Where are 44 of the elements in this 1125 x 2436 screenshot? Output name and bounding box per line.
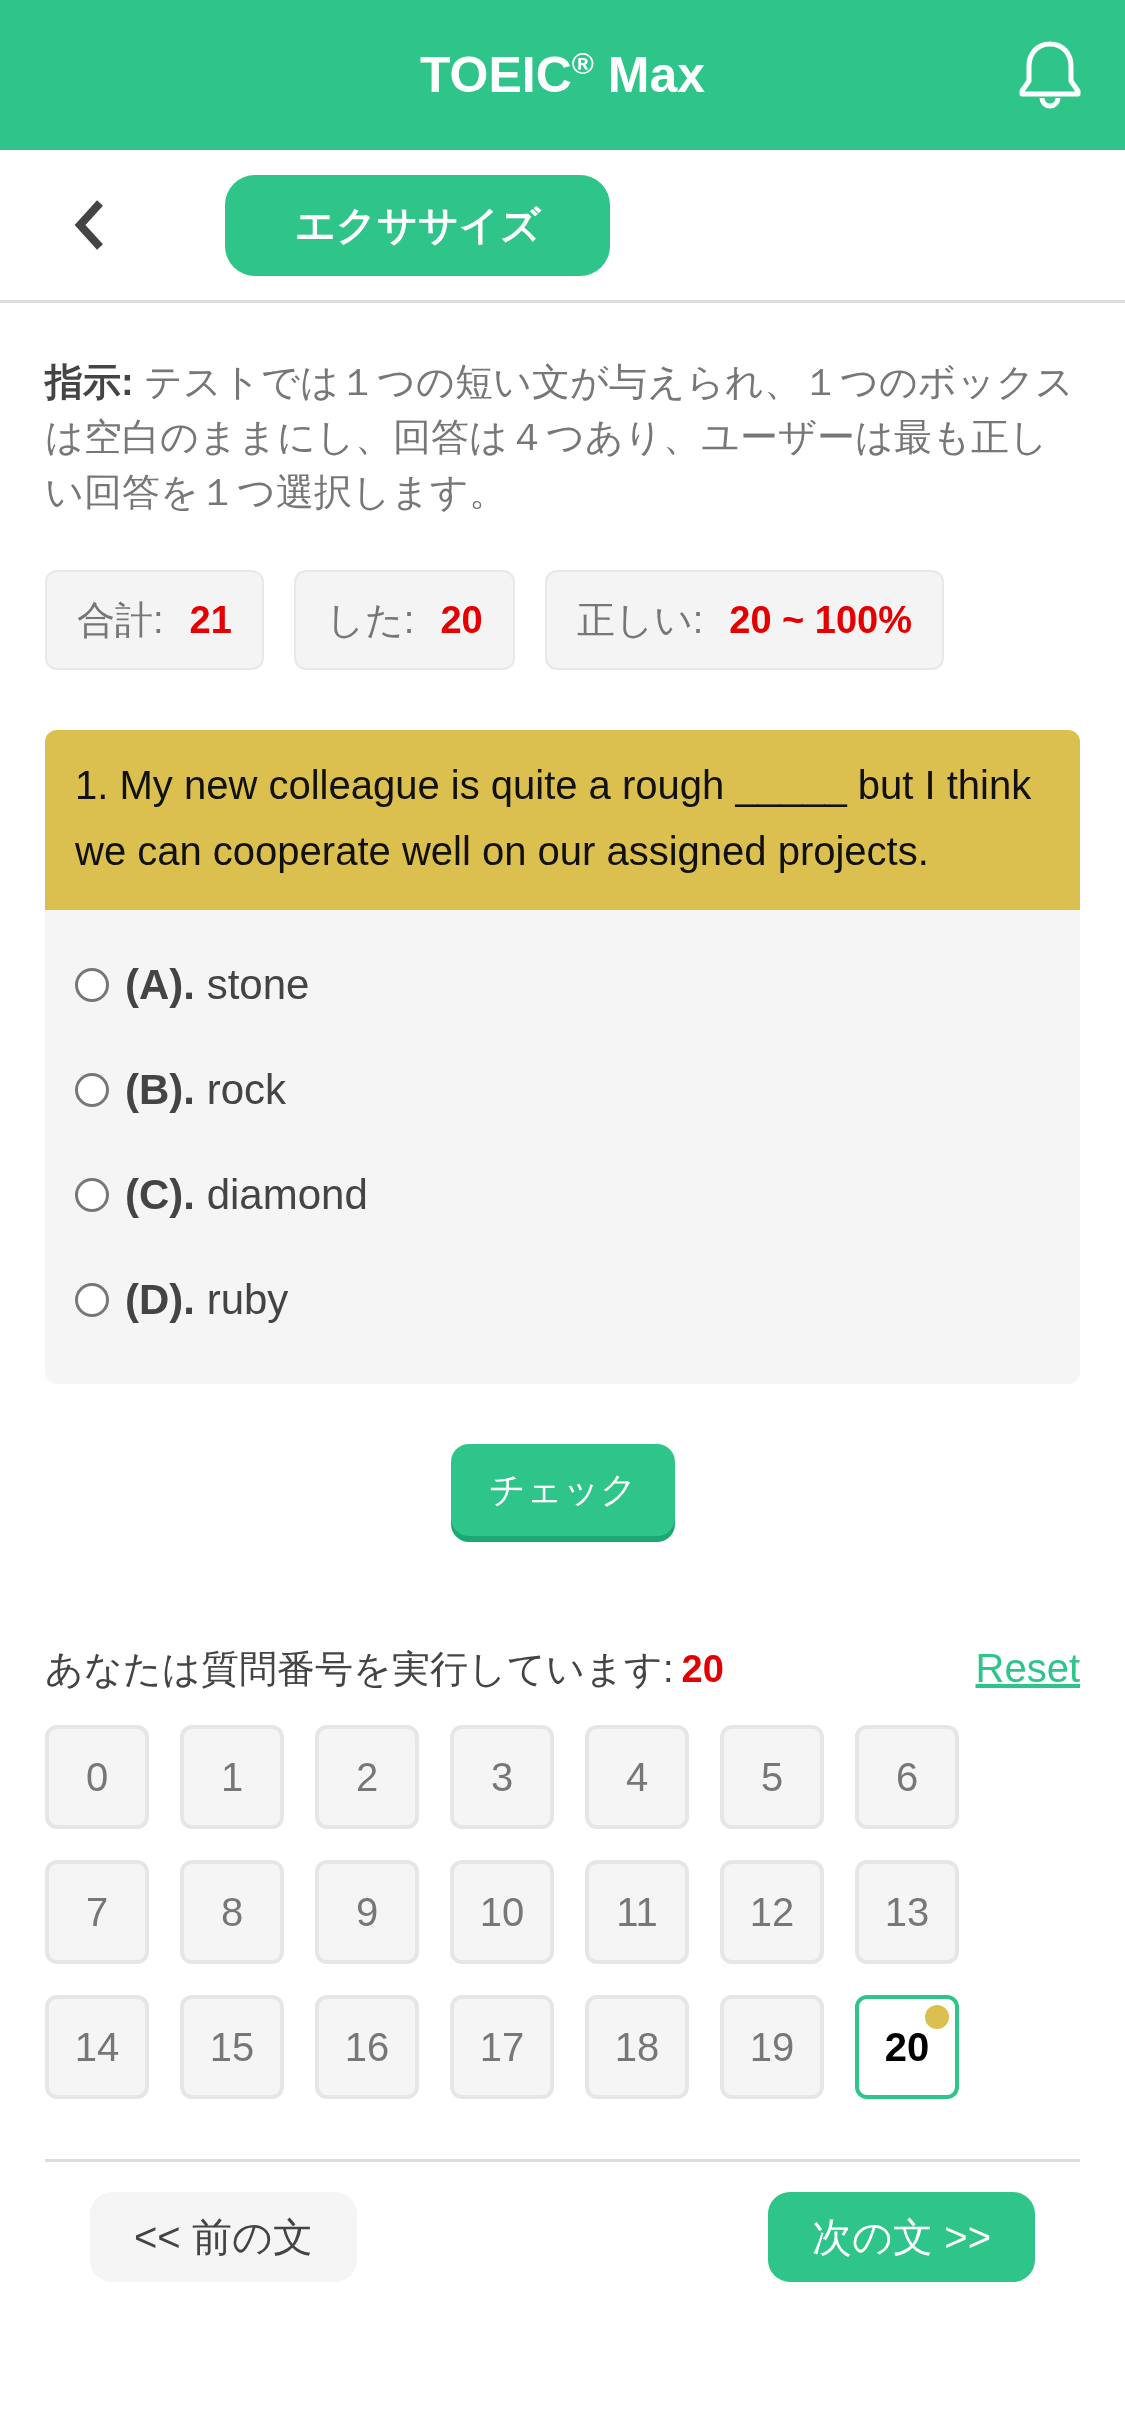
stat-value: 20 (440, 598, 483, 642)
question-number-button[interactable]: 13 (855, 1860, 959, 1964)
question-number-button[interactable]: 8 (180, 1860, 284, 1964)
stat-label: 正しい: (576, 597, 704, 643)
radio-button[interactable] (75, 967, 109, 1002)
instructions-text: 指示: テストでは１つの短い文が与えられ、１つのボックスは空白のままにし、回答は４つあり、ユーザーは最も正しい回答を１つ選択します。 (45, 360, 1076, 515)
radio-button[interactable] (75, 1072, 109, 1107)
option-label[interactable]: (A). stone (125, 960, 310, 1009)
option-label[interactable]: (D). ruby (125, 1275, 289, 1324)
question-number-button[interactable]: 6 (855, 1725, 959, 1829)
option-label[interactable]: (C). diamond (125, 1170, 368, 1219)
progress-label: あなたは質問番号を実行しています: (45, 1647, 674, 1692)
previous-button[interactable]: << 前の文 (90, 2192, 357, 2282)
option-label[interactable]: (B). rock (125, 1065, 286, 1114)
stat-label: 合計: (77, 597, 164, 643)
question-number-button[interactable]: 5 (720, 1725, 824, 1829)
question-number-button[interactable]: 18 (585, 1995, 689, 2099)
stat-value: 21 (189, 598, 232, 642)
question-number-button[interactable]: 3 (450, 1725, 554, 1829)
question-number-button[interactable]: 11 (585, 1860, 689, 1964)
question-number-button[interactable]: 17 (450, 1995, 554, 2099)
question-text: 1. My new colleague is quite a rough _____ but I think we can cooperate well on our assigned projects. (45, 730, 1080, 910)
question-number-button[interactable]: 15 (180, 1995, 284, 2099)
question-number-button[interactable]: 4 (585, 1725, 689, 1829)
question-number-button[interactable]: 2 (315, 1725, 419, 1829)
question-number-button[interactable]: 12 (720, 1860, 824, 1964)
radio-button[interactable] (75, 1282, 109, 1317)
exercise-tab[interactable]: エクササイズ (225, 174, 610, 276)
stat-label: した: (325, 597, 415, 643)
question-number-button[interactable]: 20 (855, 1995, 959, 2099)
question-number-button[interactable]: 7 (45, 1860, 149, 1964)
question-number-button[interactable]: 0 (45, 1725, 149, 1829)
reset-link[interactable]: Reset (975, 1646, 1080, 1691)
question-number-button[interactable]: 14 (45, 1995, 149, 2099)
radio-button[interactable] (75, 1177, 109, 1212)
progress-value: 20 (681, 1648, 724, 1691)
question-number-button[interactable]: 10 (450, 1860, 554, 1964)
next-button[interactable]: 次の文 >> (768, 2192, 1035, 2282)
question-number-button[interactable]: 1 (180, 1725, 284, 1829)
app-title: TOEIC$^{®}$ Max (419, 46, 706, 104)
question-number-button[interactable]: 16 (315, 1995, 419, 2099)
stat-value: 20 ~ 100% (729, 598, 912, 642)
question-number-button[interactable]: 19 (720, 1995, 824, 2099)
question-number-button[interactable]: 9 (315, 1860, 419, 1964)
